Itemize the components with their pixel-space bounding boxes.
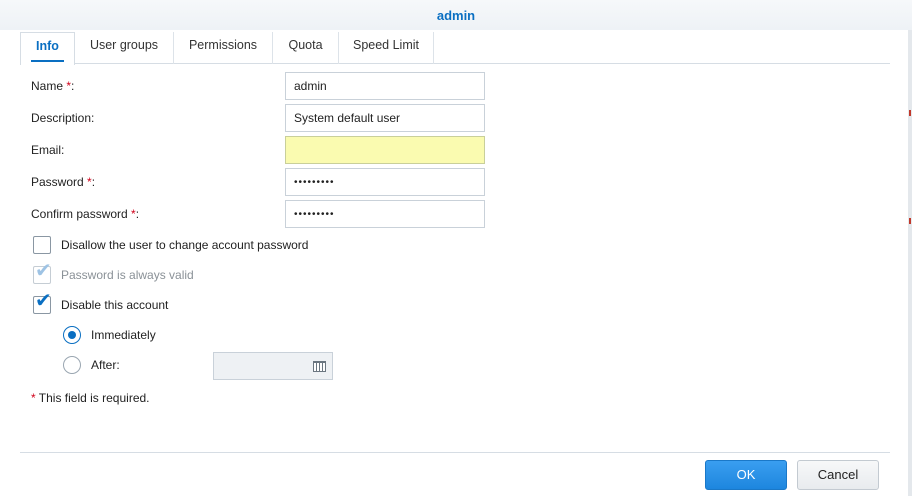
- tab-permissions[interactable]: Permissions: [174, 32, 273, 64]
- email-field[interactable]: [285, 136, 485, 164]
- immediately-radio[interactable]: [63, 326, 81, 344]
- check-icon: ✔: [35, 260, 52, 282]
- edge-marker: [909, 218, 911, 224]
- label-suffix: :: [71, 79, 75, 93]
- required-note-text: This field is required.: [35, 391, 150, 405]
- after-radio[interactable]: [63, 356, 81, 374]
- ok-button[interactable]: OK: [705, 460, 787, 490]
- label-suffix: :: [135, 207, 140, 221]
- required-note: * This field is required.: [31, 391, 150, 405]
- name-field[interactable]: [285, 72, 485, 100]
- tab-bar: Info User groups Permissions Quota Speed…: [20, 32, 890, 65]
- tab-user-groups[interactable]: User groups: [75, 32, 174, 64]
- confirm-password-field[interactable]: [285, 200, 485, 228]
- password-field[interactable]: [285, 168, 485, 196]
- cancel-button[interactable]: Cancel: [797, 460, 879, 490]
- calendar-icon[interactable]: [313, 361, 326, 372]
- disallow-change-label[interactable]: Disallow the user to change account pass…: [61, 238, 308, 252]
- always-valid-label: Password is always valid: [61, 268, 194, 282]
- confirm-password-label-text: Confirm password: [31, 207, 128, 221]
- edge-marker: [909, 110, 911, 116]
- description-field[interactable]: [285, 104, 485, 132]
- password-label-text: Password: [31, 175, 84, 189]
- disable-account-checkbox[interactable]: ✔: [33, 291, 52, 314]
- disallow-change-checkbox[interactable]: [33, 236, 51, 254]
- disable-account-label[interactable]: Disable this account: [61, 298, 168, 312]
- window-edge: [908, 30, 912, 496]
- dialog-title: admin: [436, 8, 476, 23]
- tab-info[interactable]: Info: [20, 32, 75, 65]
- dialog-titlebar: admin: [0, 0, 912, 30]
- confirm-password-label: Confirm password *:: [31, 207, 139, 221]
- tab-quota[interactable]: Quota: [273, 32, 339, 64]
- email-label: Email:: [31, 143, 65, 157]
- label-suffix: :: [91, 175, 96, 189]
- immediately-label[interactable]: Immediately: [91, 328, 156, 342]
- tab-speed-limit[interactable]: Speed Limit: [339, 32, 434, 64]
- check-icon: ✔: [35, 290, 52, 312]
- name-label: Name *:: [31, 79, 74, 93]
- password-label: Password *:: [31, 175, 95, 189]
- footer-divider: [20, 452, 890, 453]
- name-label-text: Name: [31, 79, 64, 93]
- after-date-field[interactable]: [213, 352, 333, 380]
- description-label: Description:: [31, 111, 95, 125]
- always-valid-checkbox[interactable]: ✔: [33, 261, 52, 284]
- after-label[interactable]: After:: [91, 358, 120, 372]
